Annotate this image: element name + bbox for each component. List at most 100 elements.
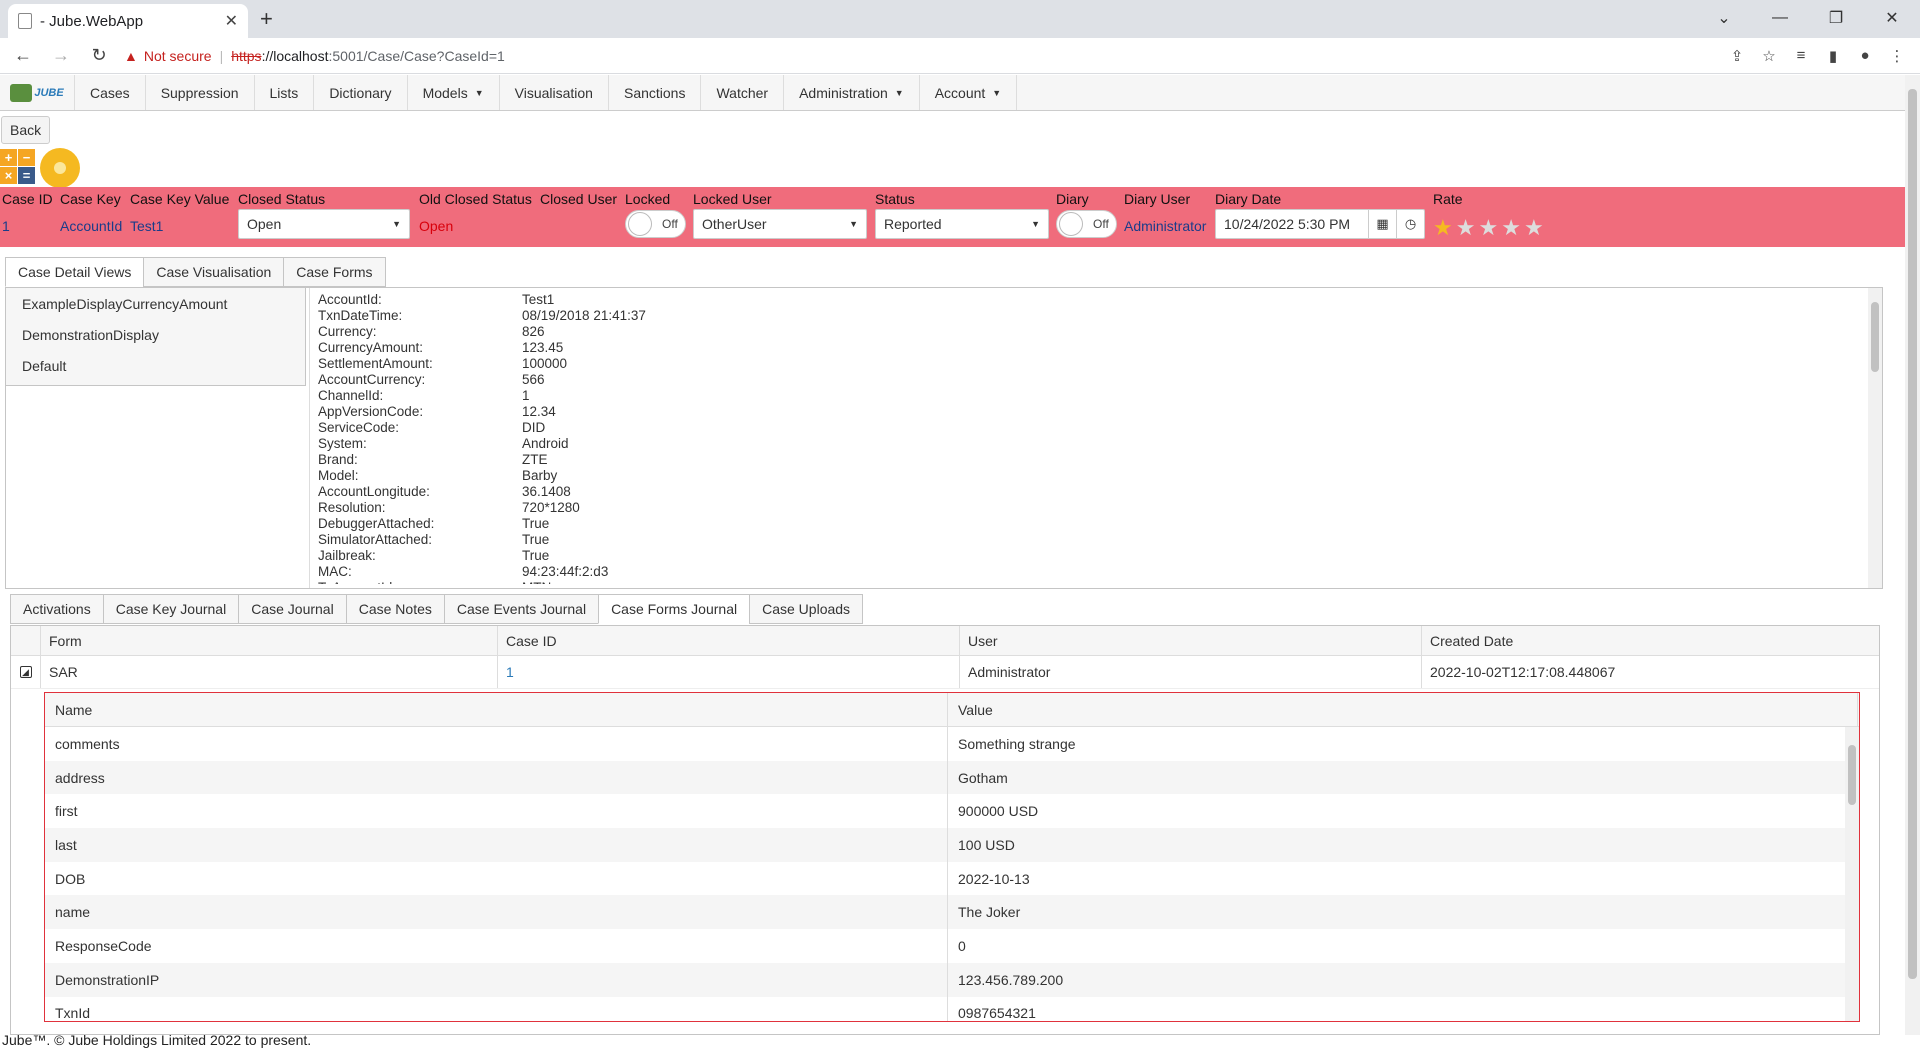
form-field-value: Gotham — [948, 760, 1858, 795]
field-row: ServiceCode: DID — [318, 420, 1858, 436]
tab-case-uploads[interactable]: Case Uploads — [749, 594, 864, 624]
browser-tab[interactable]: - Jube.WebApp ✕ — [8, 4, 248, 38]
diary-toggle[interactable]: Off — [1056, 210, 1117, 238]
tab-activations[interactable]: Activations — [10, 594, 104, 624]
page-favicon-icon — [18, 13, 32, 29]
star-icon[interactable]: ★ — [1524, 215, 1544, 241]
forward-arrow-icon[interactable]: → — [46, 41, 76, 71]
menu-lists[interactable]: Lists — [255, 75, 315, 110]
status-dropdown[interactable]: Reported ▼ — [875, 209, 1049, 239]
case-id-link[interactable]: 1 — [498, 656, 960, 688]
reading-list-icon[interactable]: ≡ — [1788, 43, 1814, 69]
page-scrollbar[interactable] — [1905, 75, 1920, 1035]
tab-case-notes[interactable]: Case Notes — [345, 594, 445, 624]
side-panel-icon[interactable]: ▮ — [1820, 43, 1846, 69]
minimize-icon[interactable]: — — [1752, 0, 1808, 36]
old-closed-status-label: Old Closed Status — [419, 191, 532, 207]
field-row: Resolution: 720*1280 — [318, 500, 1858, 516]
tab-case-key-journal[interactable]: Case Key Journal — [102, 594, 240, 624]
menu-label: Suppression — [160, 84, 239, 101]
column-header-form[interactable]: Form — [41, 626, 498, 655]
expander-cell: ◢ — [11, 656, 41, 688]
tab-case-detail-views[interactable]: Case Detail Views — [5, 257, 145, 287]
locked-toggle-text: Off — [662, 217, 678, 231]
list-item[interactable]: address Gotham — [45, 760, 1859, 795]
back-arrow-icon[interactable]: ← — [8, 41, 38, 71]
menu-visualisation[interactable]: Visualisation — [500, 75, 609, 110]
star-icon[interactable]: ★ — [1501, 215, 1521, 241]
star-icon[interactable]: ★ — [1456, 215, 1476, 241]
star-icon[interactable]: ★ — [1478, 215, 1498, 241]
app-root: JUBE Cases Suppression Lists Dictionary … — [0, 75, 1905, 1035]
rating-stars[interactable]: ★ ★ ★ ★ ★ — [1433, 215, 1544, 241]
detail-view-item[interactable]: DemonstrationDisplay — [6, 319, 305, 350]
locked-user-dropdown[interactable]: OtherUser ▼ — [693, 209, 867, 239]
panel-splitter[interactable] — [307, 288, 310, 588]
collapse-icon[interactable]: ◢ — [19, 666, 32, 678]
restore-icon[interactable]: ❐ — [1808, 0, 1864, 36]
caret-down-icon: ▼ — [474, 87, 484, 98]
tab-case-visualisation[interactable]: Case Visualisation — [143, 257, 285, 287]
calendar-icon[interactable]: ▦ — [1368, 210, 1396, 238]
plus-icon: + — [0, 149, 17, 166]
field-row: SimulatorAttached: True — [318, 532, 1858, 548]
column-header-created-date[interactable]: Created Date — [1422, 626, 1879, 655]
diary-date-label: Diary Date — [1215, 191, 1282, 207]
list-item[interactable]: first 900000 USD — [45, 794, 1859, 829]
table-row[interactable]: ◢ SAR 1 Administrator 2022-10-02T12:17:0… — [11, 656, 1879, 689]
menu-sanctions[interactable]: Sanctions — [609, 75, 702, 110]
diary-date-picker[interactable]: 10/24/2022 5:30 PM ▦ ◷ — [1215, 209, 1425, 239]
form-field-name: DemonstrationIP — [45, 962, 948, 997]
close-window-icon[interactable]: ✕ — [1864, 0, 1920, 36]
menu-administration[interactable]: Administration ▼ — [784, 75, 920, 110]
menu-cases[interactable]: Cases — [75, 75, 146, 110]
locked-toggle[interactable]: Off — [625, 210, 686, 238]
list-item[interactable]: DOB 2022-10-13 — [45, 861, 1859, 896]
detail-view-item[interactable]: ExampleDisplayCurrencyAmount — [6, 288, 305, 319]
tab-search-icon[interactable]: ⌄ — [1696, 0, 1752, 36]
closed-status-dropdown[interactable]: Open ▼ — [238, 209, 410, 239]
list-item[interactable]: ResponseCode 0 — [45, 929, 1859, 963]
browser-menu-icon[interactable]: ⋮ — [1884, 43, 1910, 69]
tab-case-journal[interactable]: Case Journal — [238, 594, 347, 624]
detail-scrollbar[interactable] — [1868, 288, 1882, 588]
tab-case-forms-journal[interactable]: Case Forms Journal — [598, 594, 751, 624]
list-item[interactable]: name The Joker — [45, 895, 1859, 930]
star-icon[interactable]: ★ — [1433, 215, 1453, 241]
menu-label: Dictionary — [329, 84, 392, 101]
menu-dictionary[interactable]: Dictionary — [314, 75, 408, 110]
form-field-value: 0 — [948, 929, 1858, 963]
diary-date-input[interactable]: 10/24/2022 5:30 PM — [1224, 216, 1350, 232]
column-header-name[interactable]: Name — [45, 693, 948, 726]
clock-icon[interactable]: ◷ — [1396, 210, 1424, 238]
field-value: 720*1280 — [522, 500, 580, 515]
back-button[interactable]: Back — [1, 116, 51, 144]
field-row: Model: Barby — [318, 468, 1858, 484]
new-tab-icon[interactable]: + — [260, 6, 273, 32]
bookmark-star-icon[interactable]: ☆ — [1756, 43, 1782, 69]
tab-case-forms[interactable]: Case Forms — [283, 257, 386, 287]
menu-watcher[interactable]: Watcher — [701, 75, 785, 110]
jube-logo[interactable]: JUBE — [0, 75, 75, 110]
share-icon[interactable]: ⇪ — [1724, 43, 1750, 69]
tab-case-events-journal[interactable]: Case Events Journal — [443, 594, 600, 624]
disc-icon[interactable] — [40, 148, 80, 188]
closed-status-label: Closed Status — [238, 191, 326, 207]
detail-view-item[interactable]: Default — [6, 350, 305, 381]
address-bar[interactable]: ▲ Not secure | https ://localhost :5001/… — [124, 41, 1724, 71]
menu-models[interactable]: Models ▼ — [408, 75, 500, 110]
column-header-case-id[interactable]: Case ID — [498, 626, 960, 655]
profile-avatar-icon[interactable]: ● — [1852, 43, 1878, 69]
menu-suppression[interactable]: Suppression — [146, 75, 255, 110]
reload-icon[interactable]: ↻ — [84, 41, 114, 71]
list-item[interactable]: comments Something strange — [45, 727, 1859, 761]
list-item[interactable]: TxnId 0987654321 — [45, 996, 1859, 1021]
column-header-user[interactable]: User — [960, 626, 1422, 655]
menu-account[interactable]: Account ▼ — [920, 75, 1018, 110]
close-tab-icon[interactable]: ✕ — [225, 11, 238, 31]
list-item[interactable]: DemonstrationIP 123.456.789.200 — [45, 962, 1859, 997]
list-item[interactable]: last 100 USD — [45, 828, 1859, 862]
calculator-icon[interactable]: + − × = — [0, 149, 38, 185]
column-header-value[interactable]: Value — [948, 693, 1858, 726]
subgrid-scrollbar[interactable] — [1845, 727, 1859, 1021]
